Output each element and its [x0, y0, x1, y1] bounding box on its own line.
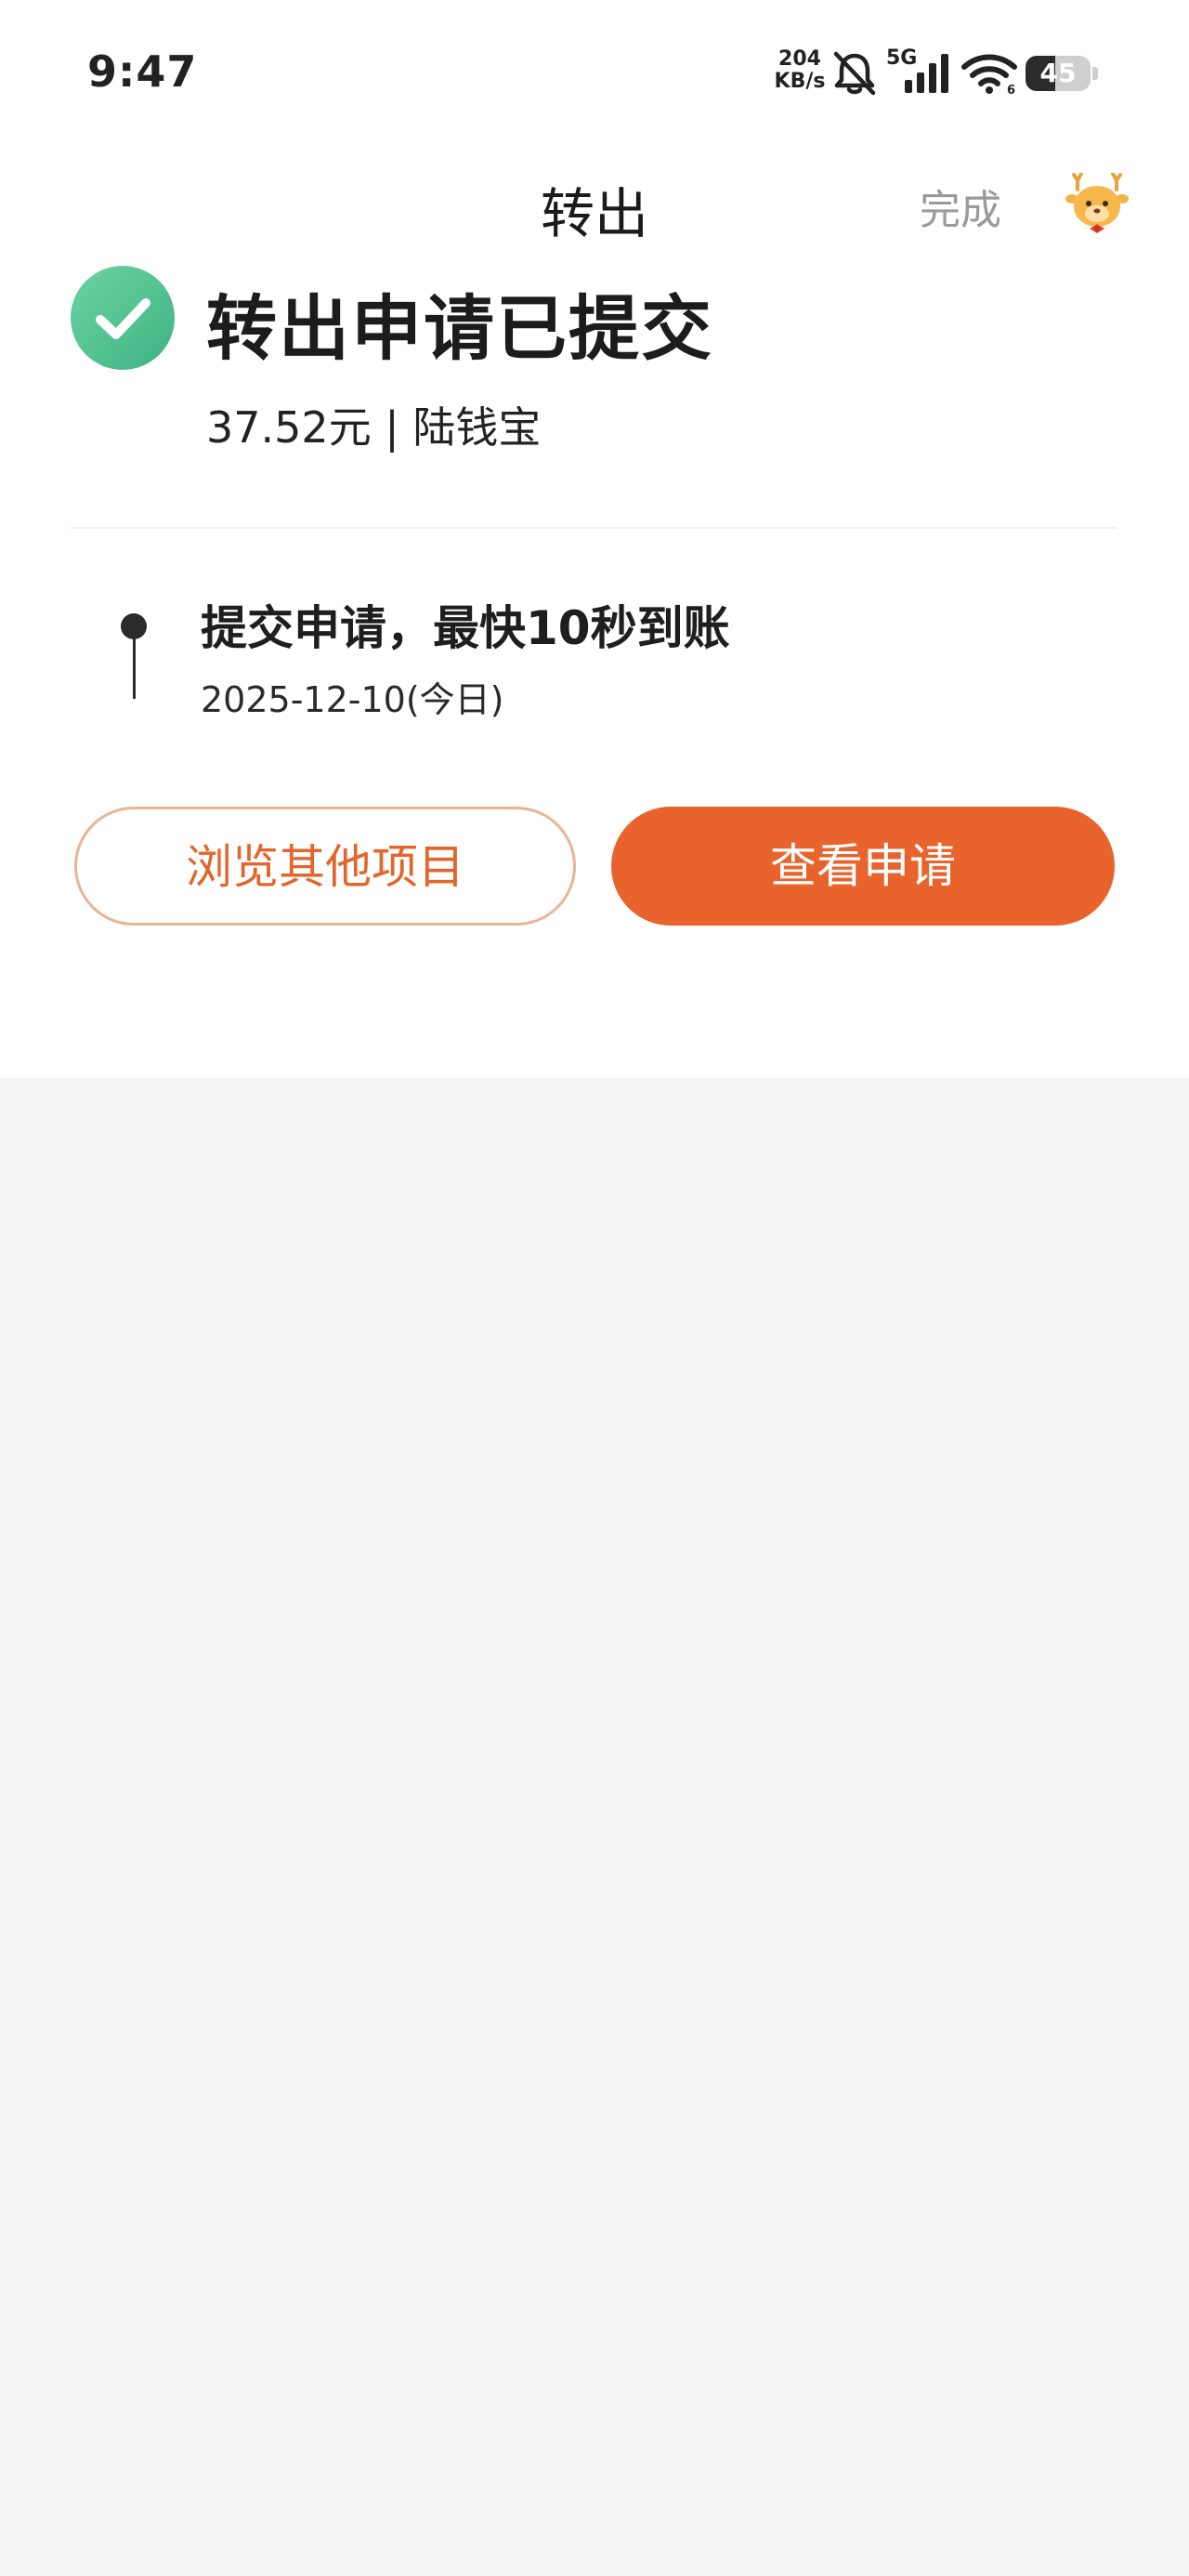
timeline-line — [133, 637, 136, 699]
wifi-icon: 6 — [960, 54, 1018, 110]
result-amount-line: 37.52元 | 陆钱宝 — [206, 402, 542, 453]
timeline-dot — [121, 613, 147, 639]
view-application-button[interactable]: 查看申请 — [611, 807, 1115, 926]
network-speed-unit: KB/s — [774, 70, 826, 93]
page-title: 转出 — [540, 182, 648, 245]
cell-signal-icon — [903, 52, 953, 108]
bell-muted-icon — [830, 50, 879, 106]
svg-text:6: 6 — [1007, 84, 1015, 95]
check-circle-icon — [71, 266, 175, 370]
network-speed: 204 KB/s — [771, 48, 829, 104]
result-title: 转出申请已提交 — [206, 287, 713, 370]
battery-cap — [1092, 67, 1098, 80]
browse-other-projects-button[interactable]: 浏览其他项目 — [74, 807, 576, 926]
timeline-step-date: 2025-12-10(今日) — [201, 679, 504, 720]
done-button[interactable]: 完成 — [920, 177, 1001, 236]
timeline-step-title: 提交申请，最快10秒到账 — [201, 601, 730, 655]
mascot-deer-icon[interactable] — [1065, 172, 1130, 238]
battery-indicator: 45 — [1026, 56, 1091, 91]
divider — [71, 527, 1117, 529]
network-speed-value: 204 — [778, 47, 821, 71]
status-time: 9:47 — [87, 46, 198, 97]
battery-level: 45 — [1039, 58, 1077, 88]
